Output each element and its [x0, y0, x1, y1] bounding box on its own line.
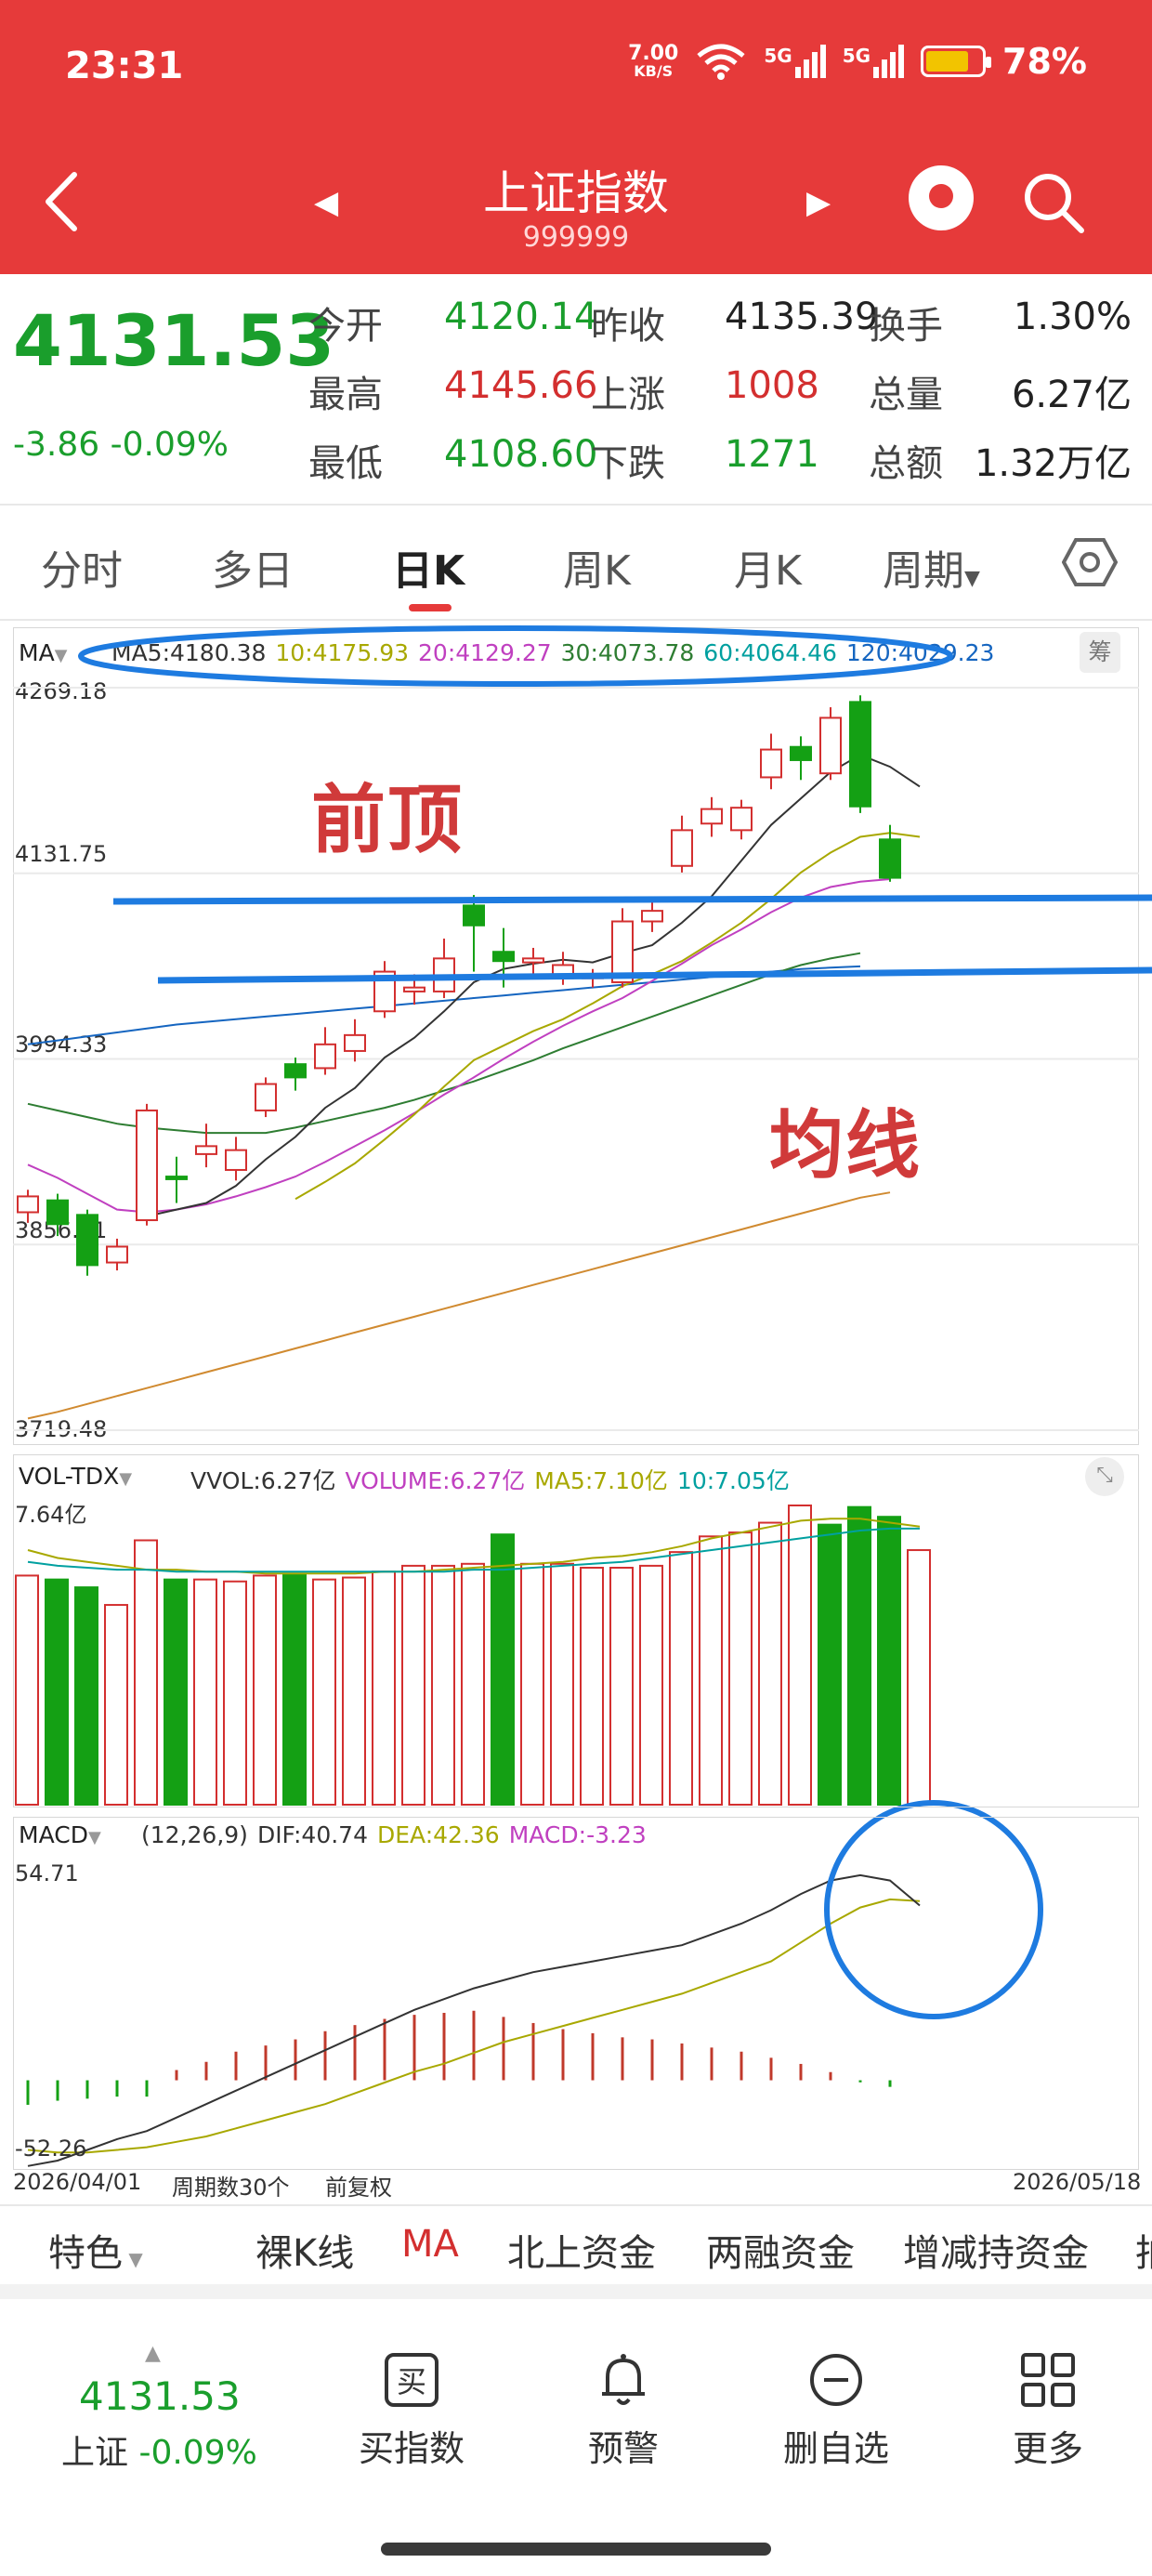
feature-tab-label: 增减持资金 — [903, 2232, 1089, 2275]
feature-tab-2[interactable]: 裸K线 — [255, 2223, 354, 2277]
candle-body — [165, 1176, 188, 1180]
annotation-text-ma: 均线 — [769, 1102, 922, 1189]
legend-item: (12,26,9) — [141, 1821, 248, 1848]
expand-icon[interactable]: ⤡ — [1085, 1457, 1124, 1496]
legend-item: VOLUME:6.27亿 — [345, 1467, 526, 1494]
period-count: 周期数30个 — [172, 2175, 290, 2201]
home-indicator[interactable] — [381, 2543, 771, 2556]
candle-body — [106, 1245, 128, 1264]
chart-end-date: 2026/05/18 — [1013, 2169, 1142, 2195]
feature-tab-5[interactable]: 两融资金 — [706, 2223, 855, 2277]
divider — [0, 2204, 1152, 2206]
candle-body — [760, 748, 782, 779]
feature-tab-label: 裸K线 — [255, 2232, 355, 2275]
candle-body — [76, 1214, 98, 1267]
candle-body — [403, 986, 425, 992]
annotation-text-top: 前顶 — [311, 777, 464, 863]
vol-indicator-select[interactable]: VOL-TDX▼ — [19, 1463, 132, 1490]
candle-body — [195, 1145, 217, 1155]
feature-tab-label: MA — [401, 2223, 459, 2266]
feature-tab-3[interactable]: MA — [401, 2223, 459, 2266]
volume-panel[interactable] — [13, 1454, 1139, 1807]
chart-start-date: 2026/04/01 — [13, 2169, 142, 2195]
candle-body — [849, 701, 871, 808]
candle-body — [879, 838, 901, 879]
candle-body — [819, 716, 842, 775]
nav-price[interactable]: 4131.53 — [79, 2373, 241, 2419]
feature-tab-label: 特色 — [48, 2232, 123, 2275]
candle-body — [641, 910, 663, 923]
candle-body — [284, 1063, 307, 1079]
adjust-mode[interactable]: 前复权 — [325, 2169, 392, 2201]
candle-body — [344, 1033, 366, 1052]
candle-body — [492, 951, 515, 963]
chevron-down-icon: ▼ — [123, 2248, 143, 2270]
macd-legend: (12,26,9) DIF:40.74 DEA:42.36 MACD:-3.23 — [141, 1821, 656, 1848]
candle-body — [671, 829, 693, 867]
bell-icon[interactable] — [595, 2351, 652, 2409]
nav-alert-label[interactable]: 预警 — [530, 2420, 716, 2471]
feature-tab-6[interactable]: 增减持资金 — [903, 2223, 1089, 2277]
ma120-line — [27, 1191, 891, 1420]
annotation-ellipse — [78, 625, 953, 687]
candle-body — [225, 1149, 247, 1171]
expand-up-icon[interactable]: ▲ — [145, 2342, 161, 2365]
legend-item: MACD:-3.23 — [508, 1821, 647, 1848]
vol-legend: VVOL:6.27亿 VOLUME:6.27亿 MA5:7.10亿 10:7.05亿 — [190, 1463, 799, 1496]
candle-body — [700, 808, 723, 825]
feature-tab-1[interactable]: 特色 ▼ — [48, 2223, 143, 2277]
macd-indicator-label: MACD — [19, 1821, 88, 1848]
legend-item: 10:7.05亿 — [676, 1467, 790, 1494]
candle-body — [463, 904, 485, 927]
candle-body — [522, 957, 544, 964]
svg-text:买: 买 — [397, 2364, 426, 2399]
nav-index-pct: -0.09% — [138, 2434, 257, 2472]
candle-body — [314, 1043, 336, 1070]
more-grid-icon[interactable] — [1019, 2351, 1077, 2409]
candle-body — [730, 807, 753, 832]
macd-indicator-select[interactable]: MACD▼ — [19, 1821, 101, 1848]
divider — [0, 2284, 1152, 2299]
candle-body — [136, 1109, 158, 1222]
legend-item: DIF:40.74 — [256, 1821, 368, 1848]
nav-index-name[interactable]: 上证 -0.09% — [61, 2425, 257, 2474]
vol-indicator-label: VOL-TDX — [19, 1463, 120, 1490]
candle-body — [255, 1083, 277, 1111]
annotation-line-top — [112, 894, 1152, 905]
remove-favorite-icon[interactable] — [807, 2351, 865, 2409]
feature-tab-label: 两融资金 — [706, 2232, 855, 2275]
buy-icon[interactable]: 买 — [383, 2351, 440, 2409]
candle-body — [790, 745, 812, 761]
feature-tab-label: 拍 — [1135, 2232, 1152, 2275]
feature-tab-7[interactable]: 拍 — [1135, 2223, 1152, 2277]
candle-body — [46, 1199, 69, 1226]
nav-remove-label[interactable]: 删自选 — [743, 2420, 929, 2471]
macd-panel[interactable] — [13, 1817, 1139, 2170]
feature-tab-4[interactable]: 北上资金 — [507, 2223, 656, 2277]
nav-more-label[interactable]: 更多 — [955, 2420, 1141, 2471]
legend-item: VVOL:6.27亿 — [190, 1467, 336, 1494]
y-tick-label: -52.26 — [15, 2136, 87, 2162]
nav-buy-label[interactable]: 买指数 — [319, 2420, 504, 2471]
legend-item: DEA:42.36 — [377, 1821, 500, 1848]
y-tick-label: 7.64亿 — [15, 1502, 87, 1528]
y-tick-label: 54.71 — [15, 1860, 79, 1886]
nav-index-label: 上证 — [61, 2434, 129, 2472]
feature-tab-label: 北上资金 — [507, 2232, 656, 2275]
candle-body — [17, 1195, 39, 1214]
legend-item: MA5:7.10亿 — [534, 1467, 668, 1494]
